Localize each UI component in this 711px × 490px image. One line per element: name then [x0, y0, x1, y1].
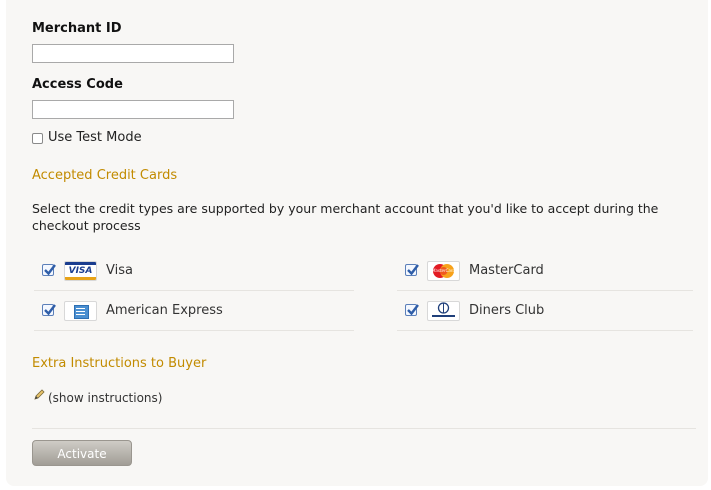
test-mode-label: Use Test Mode: [48, 130, 142, 145]
pencil-icon[interactable]: [33, 389, 45, 401]
mastercard-checkbox[interactable]: [405, 264, 419, 276]
extra-instructions-heading: Extra Instructions to Buyer: [32, 356, 207, 371]
checkmark-icon: [407, 304, 419, 316]
checkmark-icon: [44, 264, 56, 276]
checkmark-icon: [44, 304, 56, 316]
merchant-id-label: Merchant ID: [32, 21, 122, 36]
merchant-id-input[interactable]: [32, 44, 234, 63]
divider: [32, 428, 696, 429]
card-option-diners-club[interactable]: Diners Club: [397, 292, 693, 331]
mastercard-logo-text: MasterCard: [431, 268, 456, 273]
american-express-checkbox[interactable]: [42, 304, 56, 316]
access-code-input[interactable]: [32, 100, 234, 119]
settings-panel: [6, 0, 708, 486]
card-option-mastercard[interactable]: MasterCard MasterCard: [397, 252, 693, 291]
activate-button[interactable]: Activate: [32, 440, 132, 466]
visa-logo-text: VISA: [68, 266, 93, 276]
show-instructions-link[interactable]: (show instructions): [48, 391, 162, 405]
test-mode-checkbox[interactable]: [32, 133, 43, 144]
card-option-american-express[interactable]: American Express: [34, 292, 354, 331]
visa-checkbox[interactable]: [42, 264, 56, 276]
access-code-label: Access Code: [32, 77, 123, 92]
checkmark-icon: [407, 264, 419, 276]
accepted-cards-heading: Accepted Credit Cards: [32, 168, 178, 183]
diners-club-emblem-icon: [432, 302, 455, 317]
accepted-cards-description: Select the credit types are supported by…: [32, 201, 659, 233]
american-express-label: American Express: [106, 303, 223, 318]
diners-club-logo: [427, 301, 460, 321]
card-option-visa[interactable]: VISA Visa: [34, 252, 354, 291]
visa-label: Visa: [106, 263, 133, 278]
diners-club-checkbox[interactable]: [405, 304, 419, 316]
mastercard-label: MasterCard: [469, 263, 544, 278]
mastercard-logo: MasterCard: [427, 261, 460, 281]
visa-logo: VISA: [64, 261, 97, 281]
diners-club-label: Diners Club: [469, 303, 545, 318]
amex-logo: [64, 301, 97, 321]
